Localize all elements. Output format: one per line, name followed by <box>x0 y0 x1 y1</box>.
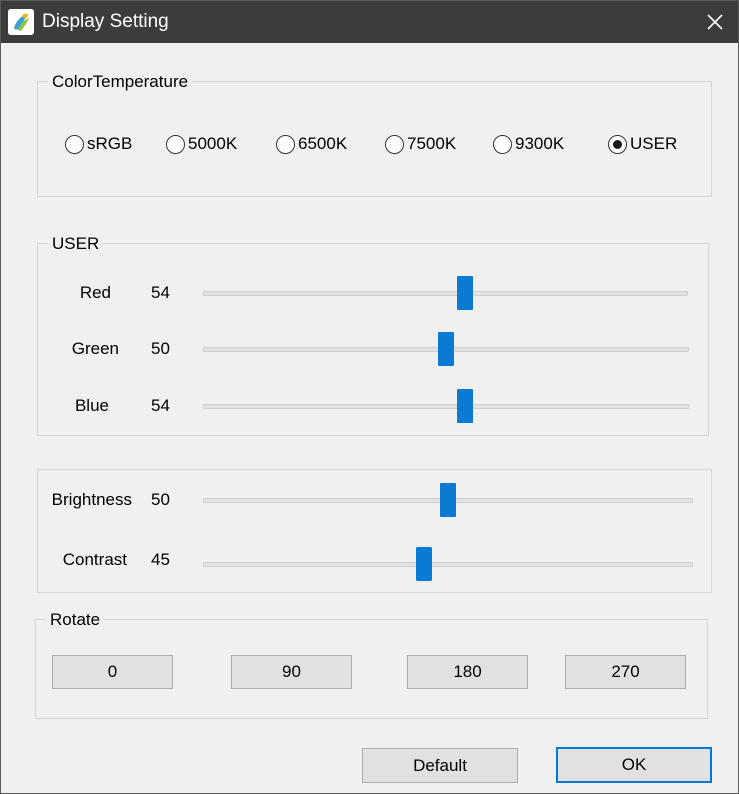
blue-value: 54 <box>151 396 170 415</box>
ok-button[interactable]: OK <box>556 747 712 783</box>
slider-thumb[interactable] <box>456 276 473 310</box>
contrast-slider[interactable] <box>203 547 693 581</box>
radio-circle <box>166 134 185 154</box>
blue-label: Blue <box>74 396 109 415</box>
brightness-label: Brightness <box>51 490 132 509</box>
radio-label: 6500K <box>298 134 348 153</box>
close-button[interactable] <box>692 1 738 43</box>
red-label: Red <box>79 283 111 302</box>
radio-label: USER <box>630 134 678 153</box>
red-value: 54 <box>151 283 170 302</box>
rotate-90-button[interactable]: 90 <box>231 655 352 689</box>
rotate-legend: Rotate <box>46 610 105 630</box>
close-icon <box>707 14 723 30</box>
radio-6500k[interactable]: 6500K <box>276 132 347 156</box>
slider-track <box>203 404 689 409</box>
dialog-body: ColorTemperature sRGB 5000K 6500K 7500K … <box>1 43 738 793</box>
slider-track <box>203 562 693 567</box>
radio-label: sRGB <box>87 134 133 153</box>
default-button[interactable]: Default <box>362 748 518 783</box>
slider-thumb[interactable] <box>440 483 456 517</box>
radio-circle <box>385 134 404 154</box>
green-slider[interactable] <box>203 332 689 366</box>
contrast-value: 45 <box>151 550 170 569</box>
radio-label: 5000K <box>188 134 238 153</box>
radio-7500k[interactable]: 7500K <box>385 132 456 156</box>
radio-circle <box>493 134 512 154</box>
radio-label: 7500K <box>407 134 457 153</box>
slider-thumb[interactable] <box>438 332 454 366</box>
window-title: Display Setting <box>42 11 169 32</box>
radio-srgb[interactable]: sRGB <box>65 132 132 156</box>
radio-circle <box>65 134 84 154</box>
slider-thumb[interactable] <box>457 389 474 423</box>
radio-user[interactable]: USER <box>608 132 677 156</box>
green-label: Green <box>71 339 119 358</box>
radio-circle-checked <box>608 134 627 154</box>
title-bar[interactable]: Display Setting <box>1 1 738 43</box>
user-group-legend: USER <box>48 234 104 254</box>
rotate-270-button[interactable]: 270 <box>565 655 686 689</box>
contrast-label: Contrast <box>62 550 127 569</box>
brightness-slider[interactable] <box>203 483 693 517</box>
app-logo-icon <box>8 9 34 35</box>
green-value: 50 <box>151 339 170 358</box>
radio-circle <box>276 134 295 154</box>
rotate-180-button[interactable]: 180 <box>407 655 528 689</box>
brightness-value: 50 <box>151 490 170 509</box>
display-setting-window: Display Setting ColorTemperature sRGB 50… <box>0 0 739 794</box>
radio-9300k[interactable]: 9300K <box>493 132 564 156</box>
blue-slider[interactable] <box>203 389 689 423</box>
slider-thumb[interactable] <box>415 547 432 581</box>
slider-track <box>203 291 688 296</box>
color-temperature-legend: ColorTemperature <box>48 72 193 92</box>
red-slider[interactable] <box>203 276 688 310</box>
rotate-0-button[interactable]: 0 <box>52 655 173 689</box>
radio-5000k[interactable]: 5000K <box>166 132 237 156</box>
radio-label: 9300K <box>515 134 565 153</box>
